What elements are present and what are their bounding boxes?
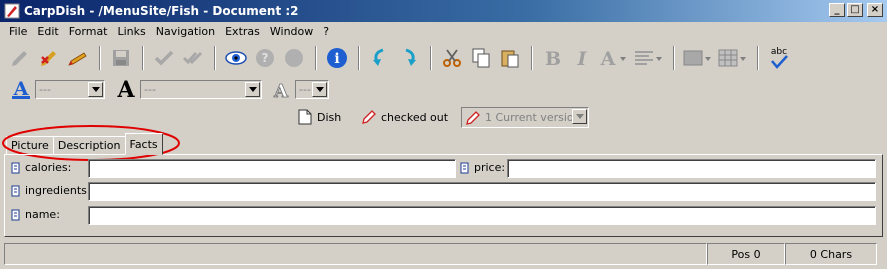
- checkout-status: checked out: [361, 109, 448, 125]
- svg-text:A: A: [600, 48, 616, 69]
- pencil-delete-icon[interactable]: [35, 44, 63, 72]
- table-icon[interactable]: [716, 44, 750, 72]
- menu-file[interactable]: File: [5, 25, 33, 38]
- title-bar: CarpDish - /MenuSite/Fish - Document :2 …: [0, 0, 887, 22]
- copy-icon[interactable]: [467, 44, 495, 72]
- status-chars: 0 Chars: [785, 243, 877, 265]
- menu-window[interactable]: Window: [266, 25, 319, 38]
- circle-icon[interactable]: [280, 44, 308, 72]
- close-button[interactable]: ×: [867, 3, 883, 17]
- version-label: 1 Current version: [485, 111, 581, 124]
- doc-type-label: Dish: [317, 110, 342, 124]
- maximize-button[interactable]: □: [847, 3, 863, 17]
- svg-text:I: I: [577, 48, 588, 69]
- menu-bar: File Edit Format Links Navigation Extras…: [0, 22, 887, 41]
- price-field-label: price:: [460, 161, 505, 174]
- svg-text:abc: abc: [771, 47, 787, 57]
- italic-icon[interactable]: I: [568, 44, 596, 72]
- spellcheck-icon[interactable]: abc: [765, 44, 793, 72]
- svg-text:A: A: [116, 77, 135, 101]
- font-size-icon: A: [268, 75, 294, 103]
- redo-arrow-icon[interactable]: [395, 44, 423, 72]
- checkout-status-label: checked out: [381, 110, 449, 124]
- menu-extras[interactable]: Extras: [221, 25, 266, 38]
- chevron-down-icon[interactable]: [572, 109, 587, 124]
- chevron-down-icon[interactable]: [245, 81, 260, 97]
- pencil-edit-icon[interactable]: [6, 44, 34, 72]
- ingredients-field-label: ingredients:: [11, 184, 91, 197]
- help-icon[interactable]: ?: [251, 44, 279, 72]
- chevron-down-icon[interactable]: [312, 81, 327, 97]
- status-message: [4, 243, 707, 265]
- app-pencil-icon: [4, 3, 20, 19]
- menu-format[interactable]: Format: [65, 25, 114, 38]
- calories-input[interactable]: [88, 159, 456, 178]
- doc-type: Dish: [298, 109, 341, 125]
- size-combo[interactable]: ---: [295, 79, 329, 99]
- font-combo[interactable]: ---: [140, 79, 262, 99]
- name-field-label: name:: [11, 208, 60, 221]
- calories-field-label: calories:: [11, 161, 71, 174]
- pencil-checkout-icon: [362, 110, 376, 124]
- info-icon[interactable]: i: [323, 44, 351, 72]
- window-title: CarpDish - /MenuSite/Fish - Document :2: [24, 4, 299, 18]
- minimize-button[interactable]: _: [829, 3, 845, 17]
- svg-text:?: ?: [262, 51, 269, 65]
- font-color-icon[interactable]: A: [597, 44, 631, 72]
- eye-icon[interactable]: [222, 44, 250, 72]
- field-icon: [11, 185, 20, 196]
- document-icon: [298, 109, 312, 125]
- menu-help[interactable]: ?: [319, 25, 335, 38]
- menu-navigation[interactable]: Navigation: [152, 25, 221, 38]
- status-position: Pos 0: [707, 243, 785, 265]
- paste-icon[interactable]: [496, 44, 524, 72]
- double-check-icon[interactable]: [179, 44, 207, 72]
- undo-arrow-icon[interactable]: [366, 44, 394, 72]
- svg-text:A: A: [273, 81, 289, 101]
- name-input[interactable]: [88, 206, 876, 225]
- cut-icon[interactable]: [438, 44, 466, 72]
- field-icon: [11, 162, 20, 173]
- ingredients-input[interactable]: [88, 182, 876, 201]
- font-icon: A: [113, 75, 139, 103]
- svg-text:B: B: [545, 48, 561, 69]
- style-combo[interactable]: ---: [35, 79, 105, 99]
- pencil-version-icon: [466, 110, 480, 125]
- check-icon[interactable]: [150, 44, 178, 72]
- align-icon[interactable]: [632, 44, 666, 72]
- format-toolbar: A --- A --- A ---: [0, 76, 887, 102]
- object-icon[interactable]: [681, 44, 715, 72]
- pencil-icon[interactable]: [64, 44, 92, 72]
- field-icon: [460, 162, 469, 173]
- save-icon[interactable]: [107, 44, 135, 72]
- version-combo[interactable]: 1 Current version: [461, 107, 589, 128]
- price-input[interactable]: [507, 159, 876, 178]
- field-icon: [11, 209, 20, 220]
- bold-icon[interactable]: B: [539, 44, 567, 72]
- menu-edit[interactable]: Edit: [33, 25, 64, 38]
- tab-facts[interactable]: Facts: [124, 133, 163, 155]
- chevron-down-icon[interactable]: [88, 81, 103, 97]
- status-bar: Pos 0 0 Chars: [0, 241, 887, 267]
- main-toolbar: ? i B I A abc: [0, 43, 887, 73]
- menu-links[interactable]: Links: [114, 25, 152, 38]
- svg-text:i: i: [334, 51, 339, 67]
- text-style-icon: A: [8, 75, 34, 103]
- facts-panel: calories: price: ingredients: name:: [4, 154, 883, 237]
